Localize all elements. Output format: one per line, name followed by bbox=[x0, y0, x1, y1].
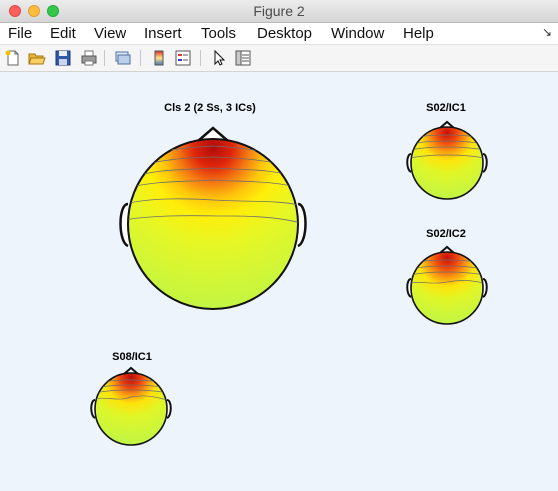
toolbar-separator bbox=[200, 50, 201, 66]
scalp-map-cluster[interactable] bbox=[110, 124, 316, 314]
figure-canvas[interactable]: Cls 2 (2 Ss, 3 ICs) S02/IC1 S02/IC2 S08/… bbox=[0, 72, 558, 491]
open-file-icon[interactable] bbox=[28, 49, 46, 67]
scalp-map-s02-ic1[interactable] bbox=[404, 120, 490, 204]
plot-title-s08-ic1: S08/IC1 bbox=[112, 351, 152, 363]
new-figure-icon[interactable] bbox=[4, 49, 22, 67]
menu-desktop[interactable]: Desktop bbox=[257, 24, 312, 43]
menu-overflow-arrow-icon[interactable]: ↘ bbox=[542, 25, 552, 39]
menu-edit[interactable]: Edit bbox=[50, 24, 76, 43]
scalp-map-s08-ic1[interactable] bbox=[88, 366, 174, 450]
menu-bar: File Edit View Insert Tools Desktop Wind… bbox=[0, 23, 558, 45]
print-icon[interactable] bbox=[80, 49, 98, 67]
legend-icon[interactable] bbox=[174, 49, 192, 67]
window-title: Figure 2 bbox=[253, 3, 305, 19]
toolbar bbox=[0, 45, 558, 72]
menu-view[interactable]: View bbox=[94, 24, 126, 43]
plot-title-s02-ic1: S02/IC1 bbox=[426, 102, 466, 114]
toolbar-separator bbox=[140, 50, 141, 66]
plot-title-cluster: Cls 2 (2 Ss, 3 ICs) bbox=[164, 102, 256, 114]
menu-file[interactable]: File bbox=[8, 24, 32, 43]
plot-title-s02-ic2: S02/IC2 bbox=[426, 228, 466, 240]
scalp-head-cluster bbox=[119, 126, 307, 310]
property-inspector-icon[interactable] bbox=[234, 49, 252, 67]
scalp-map-s02-ic2[interactable] bbox=[404, 245, 490, 329]
figure-window: Figure 2 File Edit View Insert Tools Des… bbox=[0, 0, 558, 491]
scalp-disc bbox=[127, 138, 299, 310]
menu-tools[interactable]: Tools bbox=[201, 24, 236, 43]
save-icon[interactable] bbox=[54, 49, 72, 67]
menu-help[interactable]: Help bbox=[403, 24, 434, 43]
pointer-icon[interactable] bbox=[210, 49, 228, 67]
scalp-disc bbox=[410, 251, 484, 325]
link-icon[interactable] bbox=[114, 49, 132, 67]
right-ear-icon bbox=[297, 202, 307, 248]
scalp-disc bbox=[94, 372, 168, 446]
left-ear-icon bbox=[119, 202, 129, 248]
menu-window[interactable]: Window bbox=[331, 24, 384, 43]
colorbar-icon[interactable] bbox=[150, 49, 168, 67]
title-bar[interactable]: Figure 2 bbox=[0, 0, 558, 23]
scalp-disc bbox=[410, 126, 484, 200]
menu-insert[interactable]: Insert bbox=[144, 24, 182, 43]
toolbar-separator bbox=[104, 50, 105, 66]
